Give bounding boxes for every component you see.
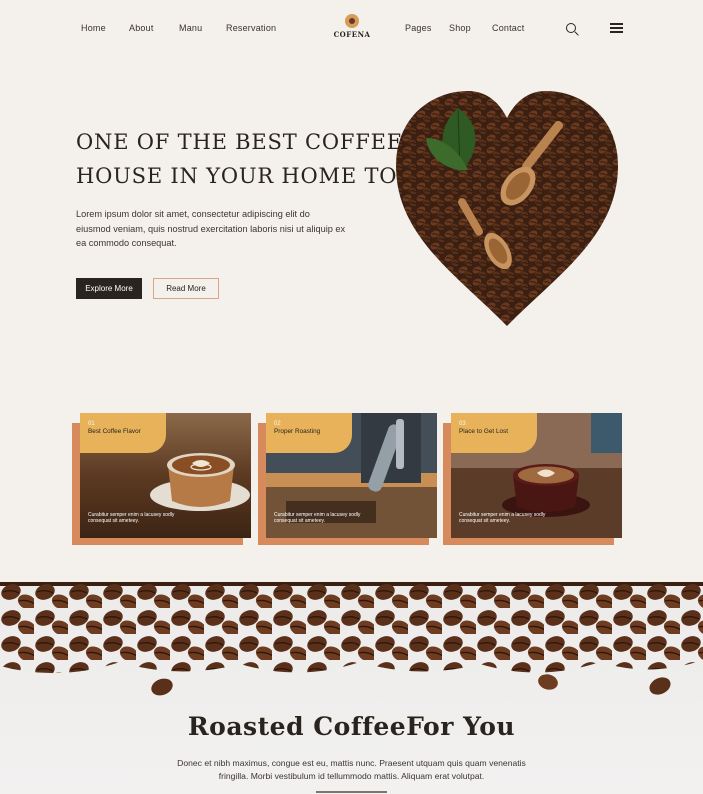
feature-card-1[interactable]: 01 Best Coffee Flavor Curabitur semper e… [72,413,251,545]
feature-card-2[interactable]: 02 Proper Roasting Curabitur semper enim… [258,413,437,545]
nav-link-manu[interactable]: Manu [179,23,202,33]
nav-link-pages[interactable]: Pages [405,23,432,33]
menu-button[interactable] [608,20,624,36]
card-label: 01 Best Coffee Flavor [80,413,166,453]
card-title: Place to Get Lost [459,428,509,435]
card-caption: Curabitur semper enim a lacusey sodly co… [274,512,361,524]
read-more-button[interactable]: Read More [153,278,219,299]
roasted-section-description: Donec et nibh maximus, congue est eu, ma… [177,758,526,781]
coffee-beans-image [0,582,703,696]
hero-title-line-1: ONE OF THE BEST COFFEE [76,130,403,154]
hero-title: ONE OF THE BEST COFFEE HOUSE IN YOUR HOM… [76,125,439,193]
logo-wordmark: COFENA [333,30,371,39]
card-label: 02 Proper Roasting [266,413,352,453]
search-icon [566,23,576,33]
card-label: 03 Place to Get Lost [451,413,537,453]
explore-more-button[interactable]: Explore More [76,278,142,299]
nav-link-shop[interactable]: Shop [449,23,471,33]
nav-link-home[interactable]: Home [81,23,106,33]
card-title: Proper Roasting [274,428,321,435]
coffee-bean-heart-image [396,91,618,326]
card-number: 03 [459,421,466,427]
nav-link-reservation[interactable]: Reservation [226,23,276,33]
nav-link-contact[interactable]: Contact [492,23,524,33]
coffee-cup-logo-icon [345,14,359,28]
top-navigation: Home About Manu Reservation COFENA Pages… [0,0,703,58]
section-divider [316,791,387,793]
search-button[interactable] [563,20,579,36]
card-title: Best Coffee Flavor [88,428,141,435]
card-number: 02 [274,421,281,427]
hero-title-line-2: HOUSE IN YOUR HOME TOWN [76,164,439,188]
site-logo[interactable]: COFENA [333,14,371,44]
card-caption: Curabitur semper enim a lacusey sodly co… [88,512,175,524]
feature-card-3[interactable]: 03 Place to Get Lost Curabitur semper en… [443,413,622,545]
card-number: 01 [88,421,95,427]
card-caption: Curabitur semper enim a lacusey sodly co… [459,512,546,524]
roasted-section-title: Roasted CoffeeFor You [187,712,516,741]
hamburger-menu-icon [609,23,623,33]
hero-description: Lorem ipsum dolor sit amet, consectetur … [76,209,346,248]
nav-link-about[interactable]: About [129,23,154,33]
